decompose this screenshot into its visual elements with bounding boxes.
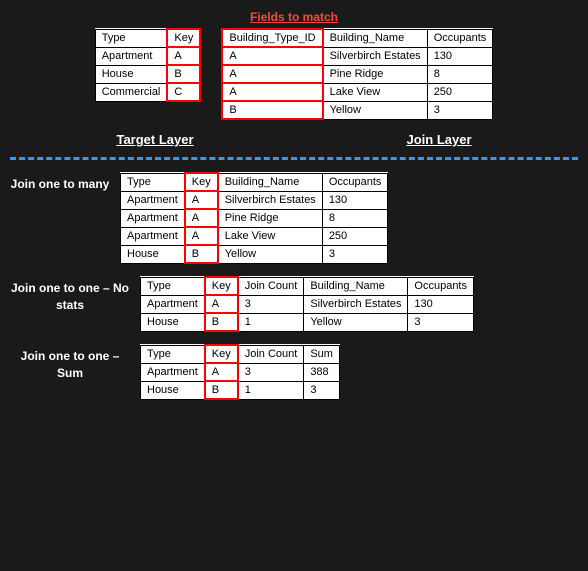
right-table-cell: 3 — [427, 101, 493, 119]
join-table-wrap-1: TypeKeyJoin CountBuilding_NameOccupants A… — [140, 276, 578, 332]
join-table-cell: Silverbirch Estates — [304, 295, 408, 313]
join-table-cell: 3 — [322, 245, 388, 263]
join-table-header: Building_Name — [218, 173, 323, 191]
right-table-cell: Silverbirch Estates — [323, 47, 428, 65]
right-table-cell: Yellow — [323, 101, 428, 119]
right-table-cell: B — [222, 101, 322, 119]
join-table-cell: 8 — [322, 209, 388, 227]
right-col-btid-header: Building_Type_ID — [222, 29, 322, 47]
join-table-cell: House — [141, 313, 205, 331]
join-table-wrap-2: TypeKeyJoin CountSumApartmentA3388HouseB… — [140, 344, 578, 400]
join-table-cell: 3 — [238, 295, 304, 313]
join-table-cell: Apartment — [141, 295, 205, 313]
join-table-cell: 130 — [322, 191, 388, 209]
right-col-occ-header: Occupants — [427, 29, 493, 47]
join-table-cell: B — [185, 245, 218, 263]
join-table-header: Join Count — [238, 345, 304, 363]
join-table-header: Building_Name — [304, 277, 408, 295]
join-table-header: Key — [185, 173, 218, 191]
join-table-header: Type — [141, 277, 205, 295]
join-table-cell: A — [185, 209, 218, 227]
join-table-header: Type — [141, 345, 205, 363]
left-table-cell: House — [95, 65, 167, 83]
left-table-cell: B — [167, 65, 200, 83]
join-table-cell: Yellow — [218, 245, 323, 263]
top-section: Fields to match Type Key ApartmentAHouse… — [0, 0, 588, 166]
join-table-cell: 1 — [238, 313, 304, 331]
right-table: Building_Type_ID Building_Name Occupants… — [221, 28, 493, 120]
right-table-cell: A — [222, 47, 322, 65]
right-table-cell: Pine Ridge — [323, 65, 428, 83]
left-col-type-header: Type — [95, 29, 167, 47]
join-table-cell: 388 — [304, 363, 340, 381]
right-table-cell: A — [222, 65, 322, 83]
left-table: Type Key ApartmentAHouseBCommercialC — [95, 28, 202, 102]
join-table-cell: 3 — [238, 363, 304, 381]
join-table-cell: B — [205, 381, 238, 399]
join-layer-label: Join Layer — [406, 132, 471, 147]
join-table-header: Sum — [304, 345, 340, 363]
join-table-cell: 130 — [408, 295, 474, 313]
join-table-header: Key — [205, 345, 238, 363]
join-table-cell: Apartment — [121, 191, 185, 209]
join-table-cell: A — [205, 295, 238, 313]
layer-labels-row: Target Layer Join Layer — [10, 128, 578, 151]
join-table-header: Type — [121, 173, 185, 191]
join-table-wrap-0: TypeKeyBuilding_NameOccupants ApartmentAS… — [120, 172, 578, 264]
join-table-cell: 250 — [322, 227, 388, 245]
bottom-section: Join one to manyTypeKeyBuilding_NameOccu… — [0, 166, 588, 418]
right-table-cell: Lake View — [323, 83, 428, 101]
left-table-cell: Apartment — [95, 47, 167, 65]
join-table-cell: House — [121, 245, 185, 263]
join-table-cell: Apartment — [141, 363, 205, 381]
right-table-cell: 8 — [427, 65, 493, 83]
left-col-key-header: Key — [167, 29, 200, 47]
join-table-cell: Apartment — [121, 209, 185, 227]
join-table-cell: Apartment — [121, 227, 185, 245]
join-table-cell: Yellow — [304, 313, 408, 331]
join-label-2: Join one to one – Sum — [10, 344, 130, 382]
join-label-1: Join one to one – No stats — [10, 276, 130, 314]
join-table-2: TypeKeyJoin CountSumApartmentA3388HouseB… — [140, 344, 340, 400]
join-table-cell: B — [205, 313, 238, 331]
join-block-0: Join one to many TypeKeyBuilding_NameOccu… — [10, 172, 578, 264]
tables-row: Type Key ApartmentAHouseBCommercialC Bui… — [95, 28, 494, 120]
join-table-cell: House — [141, 381, 205, 399]
join-table-cell: 1 — [238, 381, 304, 399]
right-col-bname-header: Building_Name — [323, 29, 428, 47]
join-table-cell: A — [185, 191, 218, 209]
dashed-divider — [10, 157, 578, 160]
join-table-header: Key — [205, 277, 238, 295]
join-table-header: Occupants — [408, 277, 474, 295]
join-table-cell: 3 — [408, 313, 474, 331]
join-table-cell: 3 — [304, 381, 340, 399]
join-table-cell: Lake View — [218, 227, 323, 245]
join-table-cell: Pine Ridge — [218, 209, 323, 227]
join-table-header: Occupants — [322, 173, 388, 191]
join-block-1: Join one to one – No stats TypeKeyJoin Co… — [10, 276, 578, 332]
join-table-1: TypeKeyJoin CountBuilding_NameOccupants A… — [140, 276, 474, 332]
join-table-cell: Silverbirch Estates — [218, 191, 323, 209]
arrow-label: Fields to match — [250, 10, 338, 24]
target-layer-label: Target Layer — [116, 132, 193, 147]
left-table-cell: A — [167, 47, 200, 65]
join-label-0: Join one to many — [10, 172, 110, 193]
join-block-2: Join one to one – Sum TypeKeyJoin CountSu… — [10, 344, 578, 400]
right-table-cell: 130 — [427, 47, 493, 65]
join-table-cell: A — [205, 363, 238, 381]
join-table-0: TypeKeyBuilding_NameOccupants ApartmentAS… — [120, 172, 388, 264]
join-table-cell: A — [185, 227, 218, 245]
right-table-cell: 250 — [427, 83, 493, 101]
right-table-cell: A — [222, 83, 322, 101]
join-table-header: Join Count — [238, 277, 304, 295]
left-table-cell: Commercial — [95, 83, 167, 101]
left-table-cell: C — [167, 83, 200, 101]
